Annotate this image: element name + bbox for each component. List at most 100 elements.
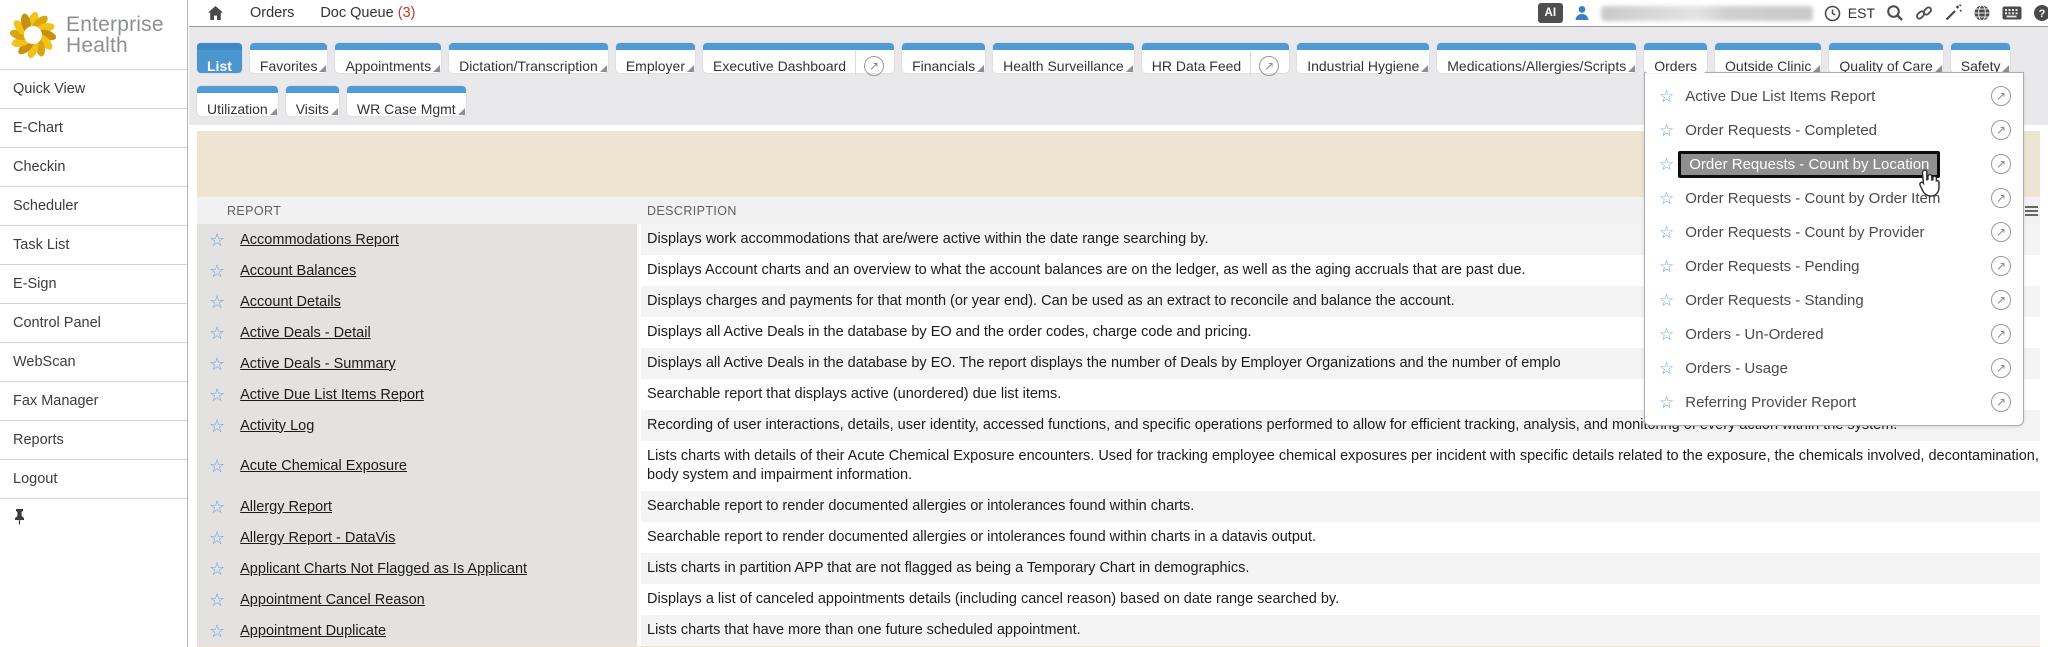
- report-link[interactable]: Account Balances: [240, 263, 356, 279]
- menu-item-order-requests-count-by-provider[interactable]: ☆Order Requests - Count by Provider↗: [1645, 215, 2023, 249]
- report-link[interactable]: Appointment Cancel Reason: [240, 592, 425, 608]
- menu-item-order-requests-standing[interactable]: ☆Order Requests - Standing↗: [1645, 283, 2023, 317]
- report-link[interactable]: Activity Log: [240, 418, 314, 434]
- external-link-icon[interactable]: ↗: [1991, 86, 2011, 106]
- sidebar-pin-toggle[interactable]: [0, 498, 187, 534]
- menu-item-referring-provider-report[interactable]: ☆Referring Provider Report↗: [1645, 385, 2023, 419]
- link-icon[interactable]: [1915, 4, 1933, 22]
- tab-wr-case-mgmt[interactable]: WR Case Mgmt: [347, 86, 466, 116]
- ai-badge[interactable]: AI: [1538, 3, 1563, 23]
- favorite-star-icon[interactable]: ☆: [1659, 224, 1674, 241]
- tab-industrial-hygiene[interactable]: Industrial Hygiene: [1297, 43, 1429, 73]
- report-link[interactable]: Active Due List Items Report: [240, 387, 424, 403]
- favorite-star-icon[interactable]: ☆: [1659, 156, 1674, 173]
- tab-hr-data-feed[interactable]: HR Data Feed↗: [1142, 43, 1289, 73]
- report-link[interactable]: Acute Chemical Exposure: [240, 458, 407, 474]
- magic-wand-icon[interactable]: [1944, 4, 1962, 22]
- sidebar-item-reports[interactable]: Reports: [0, 420, 187, 459]
- favorite-star-icon[interactable]: ☆: [1659, 190, 1674, 207]
- help-icon[interactable]: ?: [2033, 4, 2048, 22]
- tab-list[interactable]: List: [197, 43, 242, 73]
- menu-item-order-requests-pending[interactable]: ☆Order Requests - Pending↗: [1645, 249, 2023, 283]
- favorite-star-icon[interactable]: ☆: [1659, 122, 1674, 139]
- favorite-star-icon[interactable]: ☆: [209, 560, 225, 578]
- report-link[interactable]: Applicant Charts Not Flagged as Is Appli…: [240, 561, 527, 577]
- favorite-star-icon[interactable]: ☆: [209, 324, 225, 342]
- tab-favorites[interactable]: Favorites: [250, 43, 328, 73]
- external-link-icon[interactable]: ↗: [1991, 290, 2011, 310]
- home-icon[interactable]: [207, 6, 224, 21]
- external-link-icon[interactable]: ↗: [1991, 188, 2011, 208]
- sidebar-item-task-list[interactable]: Task List: [0, 225, 187, 264]
- sidebar-item-e-sign[interactable]: E-Sign: [0, 264, 187, 303]
- globe-icon[interactable]: [1973, 4, 1991, 22]
- favorite-star-icon[interactable]: ☆: [1659, 326, 1674, 343]
- favorite-star-icon[interactable]: ☆: [1659, 292, 1674, 309]
- menu-item-orders-usage[interactable]: ☆Orders - Usage↗: [1645, 351, 2023, 385]
- external-link-icon[interactable]: ↗: [1991, 154, 2011, 174]
- favorite-star-icon[interactable]: ☆: [209, 231, 225, 249]
- tab-visits[interactable]: Visits: [286, 86, 339, 116]
- sidebar-item-quick-view[interactable]: Quick View: [0, 69, 187, 108]
- favorite-star-icon[interactable]: ☆: [1659, 394, 1674, 411]
- external-link-icon[interactable]: ↗: [1991, 222, 2011, 242]
- external-link-icon[interactable]: ↗: [1991, 256, 2011, 276]
- tab-external-link[interactable]: ↗: [1250, 51, 1279, 76]
- report-link[interactable]: Allergy Report - DataVis: [240, 530, 395, 546]
- report-link[interactable]: Appointment Duplicate: [240, 623, 386, 639]
- favorite-star-icon[interactable]: ☆: [1659, 360, 1674, 377]
- favorite-star-icon[interactable]: ☆: [1659, 88, 1674, 105]
- favorite-star-icon[interactable]: ☆: [209, 386, 225, 404]
- menu-item-order-requests-completed[interactable]: ☆Order Requests - Completed↗: [1645, 113, 2023, 147]
- sidebar-item-checkin[interactable]: Checkin: [0, 147, 187, 186]
- menu-item-order-requests-count-by-location[interactable]: ☆Order Requests - Count by Location↗: [1645, 147, 2023, 181]
- tab-safety[interactable]: Safety: [1951, 43, 2011, 73]
- external-link-icon[interactable]: ↗: [1991, 324, 2011, 344]
- menu-item-order-requests-count-by-order-item[interactable]: ☆Order Requests - Count by Order Item↗: [1645, 181, 2023, 215]
- breadcrumb-orders[interactable]: Orders: [250, 5, 294, 21]
- menu-item-orders-un-ordered[interactable]: ☆Orders - Un-Ordered↗: [1645, 317, 2023, 351]
- report-link[interactable]: Accommodations Report: [240, 232, 399, 248]
- tab-executive-dashboard[interactable]: Executive Dashboard↗: [703, 43, 894, 73]
- external-link-icon[interactable]: ↗: [1991, 358, 2011, 378]
- favorite-star-icon[interactable]: ☆: [209, 591, 225, 609]
- report-link[interactable]: Active Deals - Summary: [240, 356, 396, 372]
- keyboard-icon[interactable]: [2002, 6, 2022, 20]
- sidebar-item-logout[interactable]: Logout: [0, 459, 187, 498]
- favorite-star-icon[interactable]: ☆: [209, 622, 225, 640]
- report-link[interactable]: Active Deals - Detail: [240, 325, 371, 341]
- tab-medications-allergies-scripts[interactable]: Medications/Allergies/Scripts: [1437, 43, 1636, 73]
- favorite-star-icon[interactable]: ☆: [209, 293, 225, 311]
- tab-dictation-transcription[interactable]: Dictation/Transcription: [449, 43, 608, 73]
- breadcrumb-doc-queue[interactable]: Doc Queue (3): [320, 5, 415, 21]
- favorite-star-icon[interactable]: ☆: [209, 529, 225, 547]
- external-link-icon[interactable]: ↗: [1991, 392, 2011, 412]
- table-menu-icon[interactable]: [2025, 204, 2038, 218]
- report-link[interactable]: Allergy Report: [240, 499, 332, 515]
- user-avatar-icon[interactable]: [1574, 5, 1590, 21]
- search-icon[interactable]: [1886, 4, 1904, 22]
- sidebar-item-webscan[interactable]: WebScan: [0, 342, 187, 381]
- favorite-star-icon[interactable]: ☆: [209, 262, 225, 280]
- external-link-icon[interactable]: ↗: [1991, 120, 2011, 140]
- tab-utilization[interactable]: Utilization: [197, 86, 278, 116]
- report-link[interactable]: Account Details: [240, 294, 341, 310]
- tab-appointments[interactable]: Appointments: [335, 43, 441, 73]
- tab-financials[interactable]: Financials: [902, 43, 985, 73]
- favorite-star-icon[interactable]: ☆: [1659, 258, 1674, 275]
- tab-external-link[interactable]: ↗: [855, 51, 884, 76]
- tab-employer[interactable]: Employer: [616, 43, 695, 73]
- favorite-star-icon[interactable]: ☆: [209, 498, 225, 516]
- tab-outside-clinic[interactable]: Outside Clinic: [1715, 43, 1821, 73]
- favorite-star-icon[interactable]: ☆: [209, 417, 225, 435]
- sidebar-item-scheduler[interactable]: Scheduler: [0, 186, 187, 225]
- sidebar-item-control-panel[interactable]: Control Panel: [0, 303, 187, 342]
- tab-quality-of-care[interactable]: Quality of Care: [1829, 43, 1942, 73]
- menu-item-active-due-list-items-report[interactable]: ☆Active Due List Items Report↗: [1645, 79, 2023, 113]
- sidebar-item-e-chart[interactable]: E-Chart: [0, 108, 187, 147]
- favorite-star-icon[interactable]: ☆: [209, 355, 225, 373]
- tab-health-surveillance[interactable]: Health Surveillance: [993, 43, 1134, 73]
- sidebar-item-fax-manager[interactable]: Fax Manager: [0, 381, 187, 420]
- tab-orders[interactable]: Orders: [1644, 43, 1707, 73]
- favorite-star-icon[interactable]: ☆: [209, 457, 225, 475]
